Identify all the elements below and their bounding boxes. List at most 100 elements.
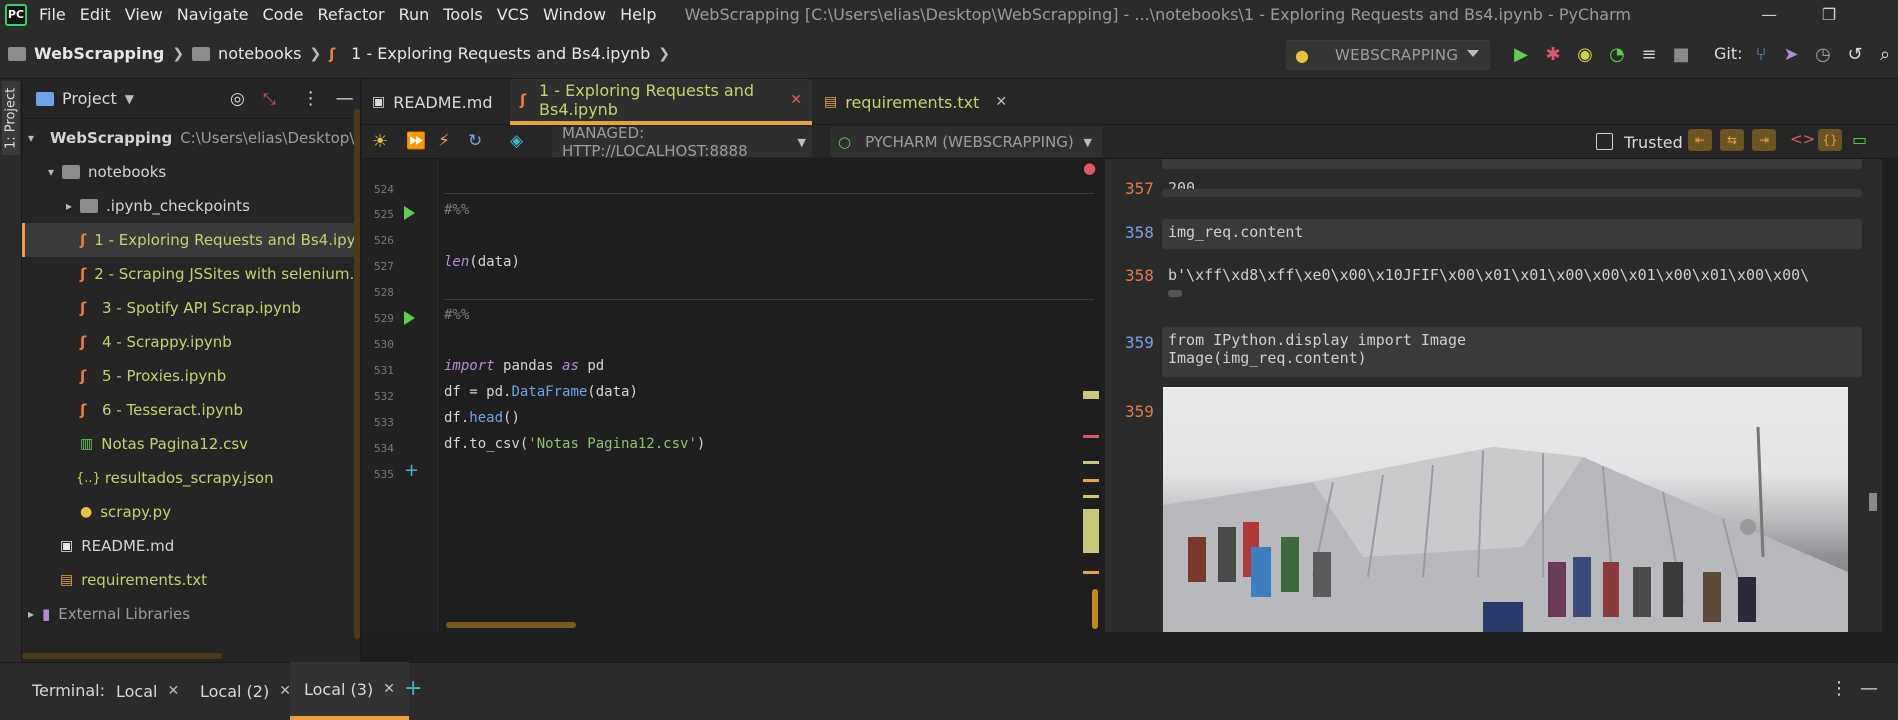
close-icon[interactable]: ✕ — [995, 94, 1007, 110]
menu-edit[interactable]: Edit — [80, 5, 111, 24]
marker — [1083, 391, 1099, 399]
menu-navigate[interactable]: Navigate — [177, 5, 249, 24]
terminal-tab[interactable]: Local ✕ — [102, 662, 193, 720]
horizontal-scrollbar[interactable] — [446, 622, 576, 628]
tree-item-file[interactable]: ʃ 5 - Proxies.ipynb — [22, 359, 360, 393]
new-terminal-icon[interactable]: + — [404, 676, 422, 701]
kernel-select[interactable]: ○ PYCHARM (WEBSCRAPPING) ▼ — [830, 127, 1102, 157]
tab-readme[interactable]: ▣ README.md — [362, 79, 508, 125]
locate-icon[interactable]: ◎ — [230, 89, 245, 109]
tree-item-file[interactable]: ʃ 1 - Exploring Requests and Bs4.ipynb — [22, 223, 360, 257]
restart-kernel-icon[interactable]: ↻ — [468, 131, 482, 151]
more-options-icon[interactable]: ⋮ — [302, 88, 320, 109]
tree-item-file[interactable]: ● scrapy.py — [22, 495, 360, 529]
chevron-down-icon[interactable]: ▼ — [125, 92, 134, 106]
tree-item-file[interactable]: ʃ 4 - Scrappy.ipynb — [22, 325, 360, 359]
terminal-tab-label: Local (3) — [304, 679, 374, 699]
tree-item-root[interactable]: ▾ WebScrapping C:\Users\elias\Desktop\We… — [22, 121, 360, 155]
collapse-all-icon[interactable]: ⤡ — [263, 89, 276, 109]
jupyter-server-select[interactable]: MANAGED: HTTP://LOCALHOST:8888 ▼ — [552, 124, 812, 160]
menu-tools[interactable]: Tools — [443, 5, 482, 24]
tree-item-file[interactable]: {..} resultados_scrapy.json — [22, 461, 360, 495]
preview-input-cell[interactable]: from IPython.display import Image Image(… — [1162, 327, 1862, 377]
project-view-select[interactable]: Project — [62, 89, 117, 108]
code-token: pandas — [503, 358, 554, 374]
close-icon[interactable]: ✕ — [167, 683, 179, 699]
maximize-button[interactable]: ❐ — [1804, 0, 1854, 29]
menu-view[interactable]: View — [125, 5, 163, 24]
terminal-tab[interactable]: Local (2) ✕ — [186, 662, 305, 720]
horizontal-scrollbar[interactable] — [22, 653, 222, 659]
menu-file[interactable]: File — [39, 5, 66, 24]
error-icon[interactable]: ● — [1083, 159, 1096, 177]
tree-item-file[interactable]: ʃ 2 - Scraping JSSites with selenium.ipy… — [22, 257, 360, 291]
preview-input-cell[interactable]: img_req.content — [1162, 219, 1862, 249]
rollback-icon[interactable]: ↺ — [1844, 43, 1866, 65]
coverage-icon[interactable]: ◉ — [1574, 43, 1596, 65]
menu-run[interactable]: Run — [399, 5, 430, 24]
variables-icon[interactable]: {} — [1818, 129, 1842, 151]
minimize-button[interactable]: — — [1744, 0, 1794, 29]
editor-only-icon[interactable]: ⇤ — [1688, 129, 1712, 151]
tree-item-file[interactable]: ʃ 3 - Spotify API Scrap.ipynb — [22, 291, 360, 325]
history-icon[interactable]: ◷ — [1812, 43, 1834, 65]
chevron-right-icon: ▸ — [66, 199, 73, 213]
tab-requirements[interactable]: ▤ requirements.txt ✕ — [814, 79, 1007, 125]
tree-item-external-libraries[interactable]: ▸ ▮ External Libraries — [22, 597, 360, 631]
stop-icon[interactable]: ■ — [1670, 43, 1692, 65]
close-icon[interactable]: ✕ — [790, 92, 802, 108]
tab-exploring-requests[interactable]: ʃ 1 - Exploring Requests and Bs4.ipynb ✕ — [510, 79, 812, 125]
hide-panel-icon[interactable]: — — [336, 88, 354, 109]
run-icon[interactable]: ▶ — [1510, 43, 1532, 65]
preview-scrollbar-track[interactable] — [1867, 159, 1879, 632]
menu-window[interactable]: Window — [543, 5, 606, 24]
tree-item-file[interactable]: ▥ Notas Pagina12.csv — [22, 427, 360, 461]
run-all-icon[interactable]: ⏩ — [406, 131, 426, 150]
debug-icon[interactable]: ✱ — [1542, 43, 1564, 65]
git-push-icon[interactable]: ➤ — [1780, 43, 1802, 65]
profile-icon[interactable]: ◔ — [1606, 43, 1628, 65]
preview-scrollbar-thumb[interactable] — [1869, 493, 1877, 511]
menu-code[interactable]: Code — [263, 5, 304, 24]
vertical-scrollbar[interactable] — [1092, 589, 1098, 629]
run-cell-icon[interactable] — [404, 311, 415, 325]
code-icon[interactable]: <> — [1790, 130, 1815, 148]
line-number: 526 — [374, 234, 394, 247]
menu-refactor[interactable]: Refactor — [317, 5, 384, 24]
breadcrumb-file[interactable]: 1 - Exploring Requests and Bs4.ipynb — [351, 44, 650, 63]
tree-item-label: README.md — [81, 537, 175, 555]
menu-help[interactable]: Help — [620, 5, 656, 24]
split-view-icon[interactable]: ⇆ — [1720, 129, 1744, 151]
menu-vcs[interactable]: VCS — [497, 5, 529, 24]
tree-item-notebooks[interactable]: ▾ notebooks — [22, 155, 360, 189]
breadcrumb-folder[interactable]: notebooks — [218, 44, 301, 63]
error-stripe[interactable]: ● — [1080, 159, 1102, 632]
run-cell-icon[interactable] — [404, 206, 415, 220]
code-editor[interactable]: #%% len(data) #%% import pandas as pd df… — [438, 159, 1100, 632]
git-update-icon[interactable]: ⑂ — [1750, 43, 1772, 65]
add-cell-icon[interactable]: + — [404, 460, 419, 481]
trusted-checkbox[interactable] — [1596, 133, 1613, 150]
close-icon[interactable]: ✕ — [383, 681, 395, 697]
vertical-scrollbar[interactable] — [354, 109, 360, 639]
terminal-tab[interactable]: Local (3) ✕ — [290, 662, 409, 720]
tree-item-file[interactable]: ▤ requirements.txt — [22, 563, 360, 597]
breadcrumb-project[interactable]: WebScrapping — [34, 44, 164, 63]
tree-item-checkpoints[interactable]: ▸ .ipynb_checkpoints — [22, 189, 360, 223]
search-icon[interactable]: ⌕ — [1874, 43, 1896, 65]
run-with-list-icon[interactable]: ≡ — [1638, 43, 1660, 65]
tree-item-label: .ipynb_checkpoints — [106, 197, 250, 215]
tree-item-file[interactable]: ▣ README.md — [22, 529, 360, 563]
interrupt-kernel-icon[interactable]: ⚡ — [438, 131, 450, 151]
output-scrollbar[interactable] — [1168, 290, 1182, 297]
run-configuration-select[interactable]: ● WEBSCRAPPING — [1286, 40, 1490, 70]
hide-panel-icon[interactable]: — — [1860, 678, 1878, 699]
code-token: as — [562, 358, 579, 374]
bulb-icon[interactable]: ☀ — [372, 131, 388, 152]
project-tool-button[interactable]: 1: Project — [2, 81, 20, 155]
output-text: b'\xff\xd8\xff\xe0\x00\x10JFIF\x00\x01\x… — [1168, 266, 1810, 284]
preview-only-icon[interactable]: ⇥ — [1752, 129, 1776, 151]
layout-icon[interactable]: ▭ — [1852, 130, 1867, 149]
more-options-icon[interactable]: ⋮ — [1830, 678, 1848, 699]
tree-item-file[interactable]: ʃ 6 - Tesseract.ipynb — [22, 393, 360, 427]
